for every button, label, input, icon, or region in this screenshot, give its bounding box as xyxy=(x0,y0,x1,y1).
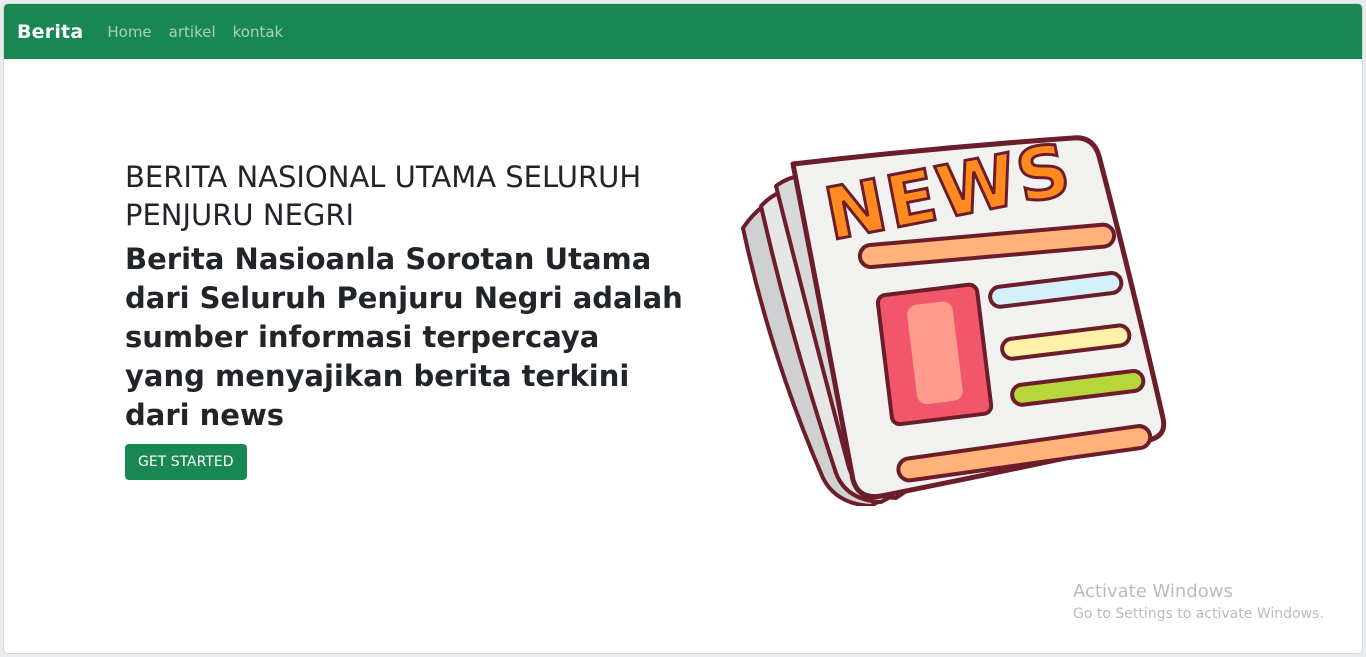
nav-link-home[interactable]: Home xyxy=(107,23,151,41)
nav-link-kontak[interactable]: kontak xyxy=(233,23,284,41)
newspaper-illustration: NEWS xyxy=(741,128,1167,506)
hero-section: BERITA NASIONAL UTAMA SELURUH PENJURU NE… xyxy=(125,158,685,480)
navbar-brand[interactable]: Berita xyxy=(17,21,83,43)
hero-title: BERITA NASIONAL UTAMA SELURUH PENJURU NE… xyxy=(125,160,642,232)
hero-subtitle: Berita Nasioanla Sorotan Utama dari Selu… xyxy=(125,242,683,432)
windows-activation-watermark: Activate Windows Go to Settings to activ… xyxy=(1073,581,1324,625)
nav-link-artikel[interactable]: artikel xyxy=(169,23,216,41)
watermark-title: Activate Windows xyxy=(1073,581,1233,602)
navbar: Berita Home artikel kontak xyxy=(4,4,1362,59)
get-started-button[interactable]: GET STARTED xyxy=(125,444,247,480)
watermark-subtitle: Go to Settings to activate Windows. xyxy=(1073,606,1324,622)
browser-viewport: Berita Home artikel kontak BERITA NASION… xyxy=(4,4,1362,653)
